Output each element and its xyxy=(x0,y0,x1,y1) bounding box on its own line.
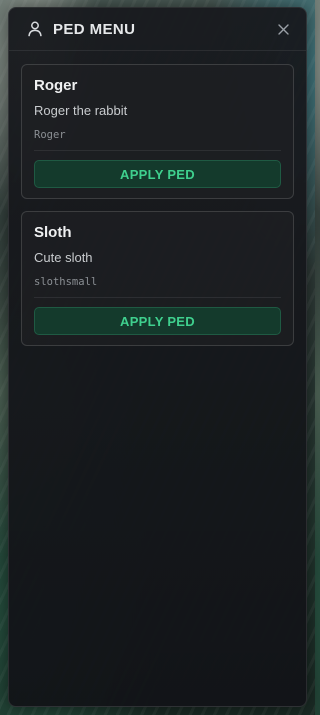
ped-card-roger: Roger Roger the rabbit Roger APPLY PED xyxy=(21,64,294,199)
ped-list: Roger Roger the rabbit Roger APPLY PED S… xyxy=(9,51,306,346)
menu-header: PED MENU xyxy=(9,8,306,51)
close-icon[interactable] xyxy=(274,20,292,38)
user-icon xyxy=(27,21,43,37)
ped-name: Sloth xyxy=(34,224,72,241)
ped-description: Cute sloth xyxy=(34,250,93,265)
ped-menu-panel: PED MENU Roger Roger the rabbit Roger AP… xyxy=(8,7,307,707)
ped-name: Roger xyxy=(34,77,78,94)
ped-model: slothsmall xyxy=(34,276,281,298)
menu-title: PED MENU xyxy=(53,20,136,38)
ped-model: Roger xyxy=(34,129,281,151)
apply-ped-button[interactable]: APPLY PED xyxy=(34,160,281,188)
apply-ped-button[interactable]: APPLY PED xyxy=(34,307,281,335)
ped-card-sloth: Sloth Cute sloth slothsmall APPLY PED xyxy=(21,211,294,346)
ped-description: Roger the rabbit xyxy=(34,103,128,118)
